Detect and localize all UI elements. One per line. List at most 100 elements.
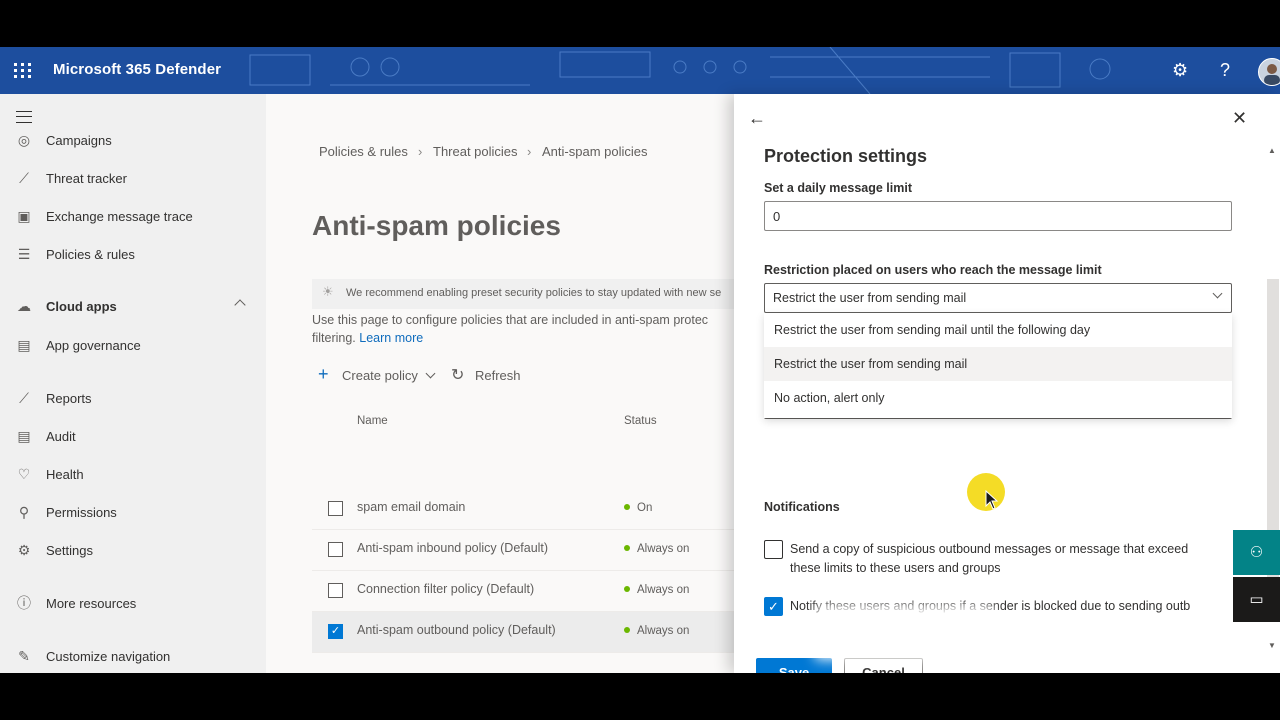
option-label: No action, alert only bbox=[774, 391, 885, 405]
cancel-button[interactable]: Cancel bbox=[844, 658, 923, 673]
back-arrow-icon[interactable]: ← bbox=[748, 108, 766, 129]
notifications-heading: Notifications bbox=[764, 500, 840, 514]
sidebar-item-app-governance[interactable]: ▤ App governance bbox=[0, 331, 266, 359]
banner-text: We recommend enabling preset security po… bbox=[346, 287, 722, 299]
sidebar-item-label: Audit bbox=[46, 428, 76, 444]
help-assistant-button[interactable]: ⚇ bbox=[1233, 530, 1280, 575]
sidebar-item-label: Campaigns bbox=[46, 132, 112, 148]
sidebar-item-label: Settings bbox=[46, 542, 93, 558]
sidebar-item-customize-navigation[interactable]: ✎ Customize navigation bbox=[0, 642, 266, 670]
exchange-icon: ▣ bbox=[17, 208, 31, 224]
sidebar-item-campaigns[interactable]: ◎ Campaigns bbox=[0, 126, 266, 154]
daily-limit-label: Set a daily message limit bbox=[764, 181, 912, 195]
close-icon[interactable]: ✕ bbox=[1232, 108, 1247, 129]
sidebar-item-reports[interactable]: ⟋ Reports bbox=[0, 384, 266, 412]
heart-icon: ♡ bbox=[17, 466, 31, 482]
hamburger-icon[interactable] bbox=[16, 111, 32, 123]
sidebar-item-label: More resources bbox=[46, 595, 137, 611]
learn-more-link[interactable]: Learn more bbox=[359, 331, 423, 345]
chevron-down-icon bbox=[1212, 288, 1223, 299]
feedback-button[interactable]: ▭ bbox=[1233, 577, 1280, 622]
question-icon[interactable]: ? bbox=[1220, 60, 1230, 80]
sidebar-item-settings[interactable]: ⚙ Settings bbox=[0, 536, 266, 564]
status-text: Always on bbox=[637, 625, 690, 637]
refresh-icon: ↻ bbox=[451, 367, 465, 384]
sidebar-item-permissions[interactable]: ⚲ Permissions bbox=[0, 498, 266, 526]
send-copy-checkbox[interactable] bbox=[764, 540, 783, 559]
dropdown-option[interactable]: No action, alert only bbox=[764, 381, 1232, 415]
daily-limit-input[interactable]: 0 bbox=[764, 201, 1232, 231]
policy-name: spam email domain bbox=[357, 500, 466, 514]
policy-name: Connection filter policy (Default) bbox=[357, 582, 535, 596]
sidebar-item-label: Exchange message trace bbox=[46, 208, 193, 224]
option-label: Restrict the user from sending mail bbox=[774, 357, 968, 371]
option-label: Restrict the user from sending mail unti… bbox=[774, 323, 1091, 337]
protection-settings-panel: ← ✕ Protection settings Set a daily mess… bbox=[734, 94, 1280, 673]
sidebar-item-label: Customize navigation bbox=[46, 648, 171, 664]
status-badge: Always on bbox=[624, 584, 689, 596]
restriction-label: Restriction placed on users who reach th… bbox=[764, 263, 1102, 277]
sidebar-item-health[interactable]: ♡ Health bbox=[0, 460, 266, 488]
row-checkbox[interactable] bbox=[328, 542, 343, 557]
table-row[interactable]: Anti-spam inbound policy (Default) Alway… bbox=[312, 530, 736, 571]
restriction-dropdown[interactable]: Restrict the user from sending mail bbox=[764, 283, 1232, 313]
row-checkbox[interactable] bbox=[328, 583, 343, 598]
status-text: Always on bbox=[637, 543, 690, 555]
sliders-icon: ☰ bbox=[17, 246, 31, 262]
column-header-name[interactable]: Name bbox=[357, 415, 388, 427]
table-row[interactable]: Connection filter policy (Default) Alway… bbox=[312, 571, 736, 612]
avatar[interactable] bbox=[1258, 58, 1280, 86]
pencil-icon: ✎ bbox=[18, 648, 30, 664]
gear-icon[interactable]: ⚙ bbox=[1172, 60, 1188, 80]
sidebar-item-label: Permissions bbox=[46, 504, 117, 520]
top-bar: Microsoft 365 Defender ⚙ ? bbox=[0, 47, 1280, 94]
create-policy-button[interactable]: Create policy bbox=[342, 368, 418, 383]
dropdown-option-highlighted[interactable]: Restrict the user from sending mail bbox=[764, 347, 1232, 381]
chevron-right-icon: › bbox=[418, 144, 423, 159]
audit-icon: ▤ bbox=[17, 428, 31, 444]
campaigns-icon: ◎ bbox=[17, 132, 31, 148]
status-badge: Always on bbox=[624, 543, 689, 555]
sidebar-item-label: Reports bbox=[46, 390, 92, 406]
avatar-image bbox=[1264, 64, 1280, 85]
app-launcher-icon[interactable] bbox=[14, 63, 32, 79]
status-text: Always on bbox=[637, 584, 690, 596]
breadcrumb-item[interactable]: Policies & rules bbox=[319, 144, 408, 159]
sidebar-item-more-resources[interactable]: ⓘ More resources bbox=[0, 589, 266, 617]
breadcrumb-item[interactable]: Threat policies bbox=[433, 144, 518, 159]
status-badge: Always on bbox=[624, 625, 689, 637]
save-button[interactable]: Save bbox=[756, 658, 832, 673]
sidebar: ◎ Campaigns ⟋ Threat tracker ▣ Exchange … bbox=[0, 94, 266, 673]
notify-checkbox[interactable]: ✓ bbox=[764, 597, 783, 616]
policy-name: Anti-spam inbound policy (Default) bbox=[357, 541, 549, 555]
dropdown-option[interactable]: Restrict the user from sending mail unti… bbox=[764, 313, 1232, 347]
app-title[interactable]: Microsoft 365 Defender bbox=[53, 61, 221, 78]
sidebar-item-label: Threat tracker bbox=[46, 170, 127, 186]
sidebar-item-cloud-apps[interactable]: ☁ Cloud apps bbox=[0, 292, 266, 320]
send-copy-label: Send a copy of suspicious outbound messa… bbox=[790, 542, 1189, 575]
cloud-icon: ☁ bbox=[17, 298, 31, 314]
row-checkbox[interactable] bbox=[328, 501, 343, 516]
key-icon: ⚲ bbox=[18, 504, 30, 520]
row-checkbox-checked[interactable]: ✓ bbox=[328, 624, 343, 639]
table-row[interactable]: spam email domain On bbox=[312, 489, 736, 530]
reports-icon: ⟋ bbox=[19, 390, 29, 406]
gear-icon: ⚙ bbox=[17, 542, 31, 558]
scroll-up-icon[interactable]: ▲ bbox=[1268, 146, 1276, 155]
sidebar-item-exchange-message-trace[interactable]: ▣ Exchange message trace bbox=[0, 202, 266, 230]
chevron-up-icon[interactable] bbox=[234, 299, 246, 311]
chart-icon: ⟋ bbox=[19, 170, 29, 186]
table-row-selected[interactable]: ✓ Anti-spam outbound policy (Default) Al… bbox=[312, 612, 736, 653]
lightbulb-icon: ☀ bbox=[322, 284, 334, 299]
plus-icon: + bbox=[318, 364, 329, 384]
column-header-status[interactable]: Status bbox=[624, 415, 657, 427]
breadcrumb-item: Anti-spam policies bbox=[542, 144, 648, 159]
chat-icon: ▭ bbox=[1249, 591, 1264, 608]
refresh-button[interactable]: Refresh bbox=[475, 368, 521, 383]
sidebar-item-audit[interactable]: ▤ Audit bbox=[0, 422, 266, 450]
sidebar-item-threat-tracker[interactable]: ⟋ Threat tracker bbox=[0, 164, 266, 192]
app-window: Microsoft 365 Defender ⚙ ? ◎ Campaigns ⟋… bbox=[0, 47, 1280, 673]
scroll-down-icon[interactable]: ▼ bbox=[1268, 641, 1276, 650]
sidebar-item-policies-rules[interactable]: ☰ Policies & rules bbox=[0, 240, 266, 268]
status-badge: On bbox=[624, 502, 652, 514]
